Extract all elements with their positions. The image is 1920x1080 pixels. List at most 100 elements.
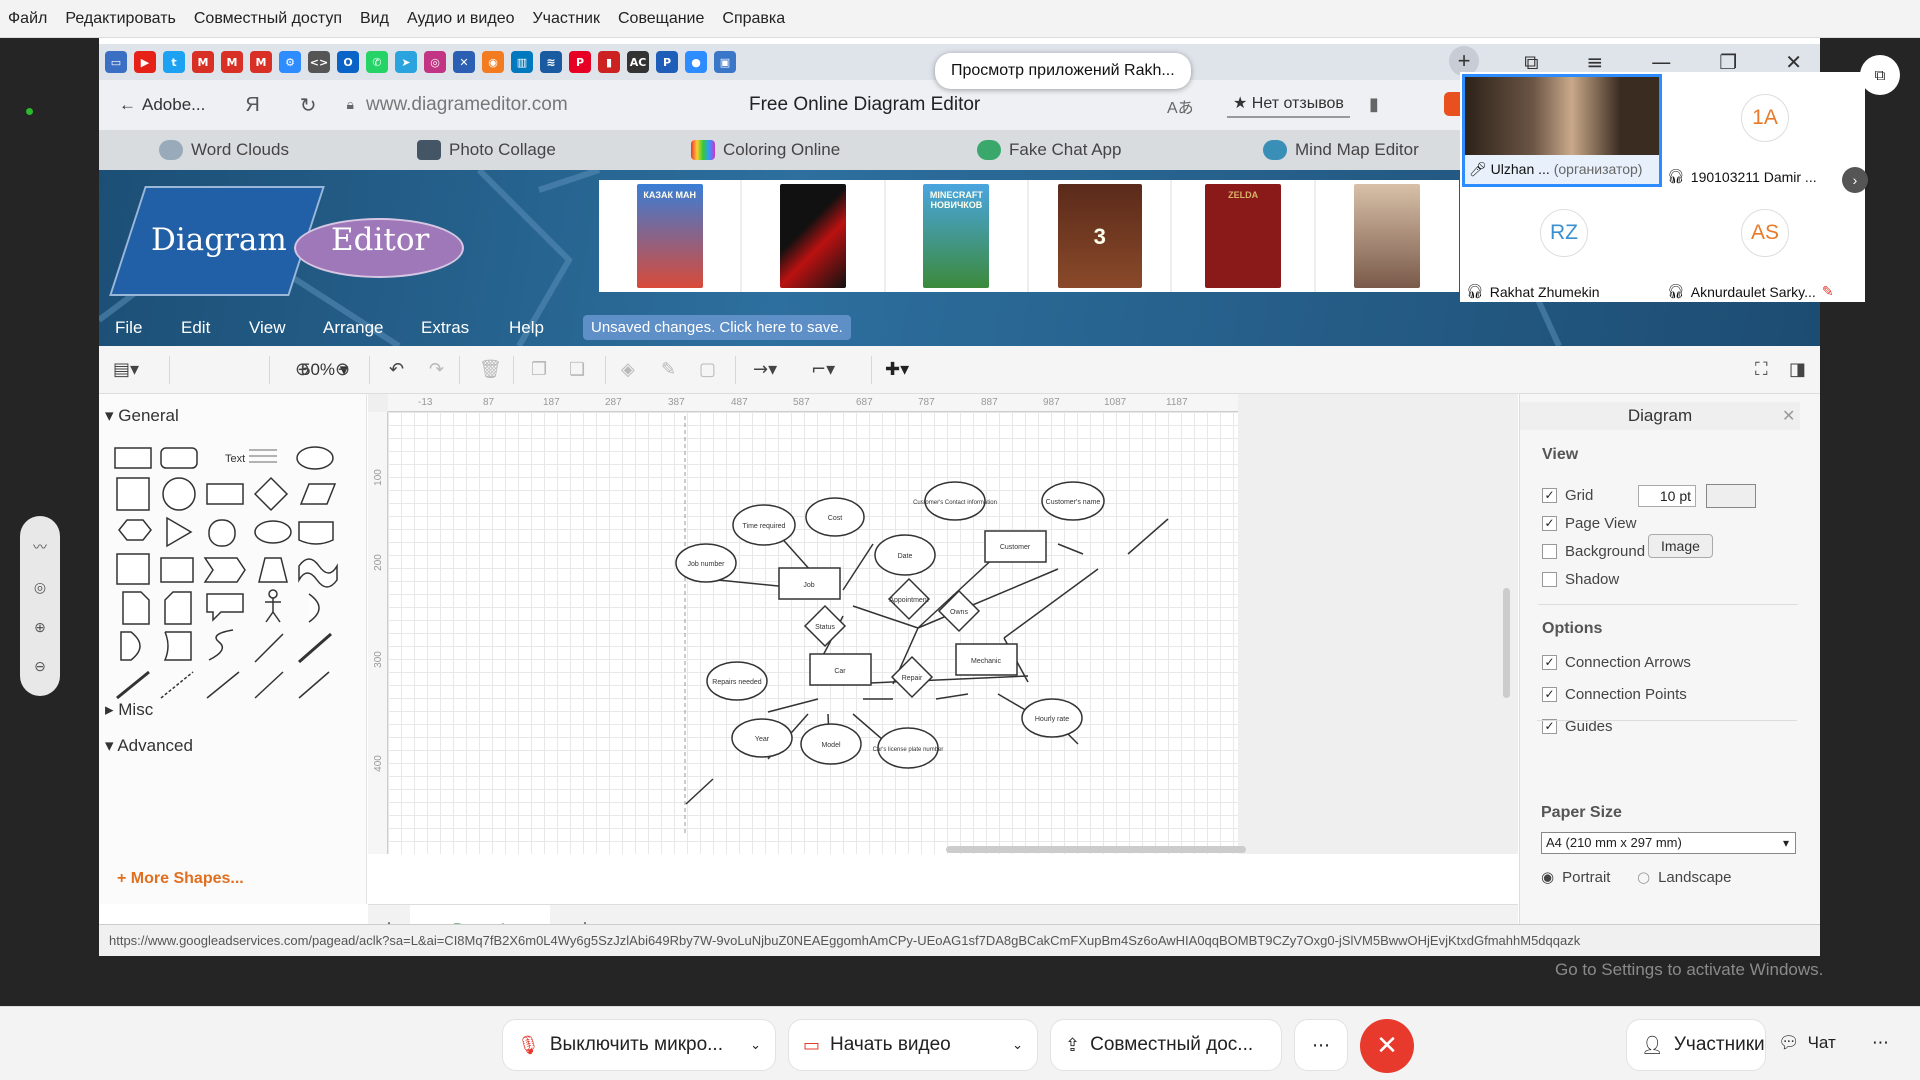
portrait-option[interactable]: ◉ Portrait bbox=[1541, 868, 1610, 886]
connection-points-checkbox[interactable]: ✓ bbox=[1542, 687, 1557, 702]
panel-toggle-icon[interactable]: ◨ bbox=[1789, 359, 1806, 380]
bookmark-page-icon[interactable]: ▮ bbox=[1369, 94, 1379, 115]
menu-help[interactable]: Help bbox=[509, 318, 544, 338]
menu-edit[interactable]: Edit bbox=[181, 318, 210, 338]
youtube-icon[interactable]: ▶ bbox=[134, 51, 156, 73]
start-video-button[interactable]: ▭ Начать видео ⌄ bbox=[788, 1019, 1038, 1071]
shape-palette[interactable]: Text bbox=[113, 436, 353, 726]
ad-banner[interactable]: КАЗАК МАН MINECRAFT НОВИЧКОВ 3 ZELDA bbox=[599, 180, 1459, 292]
app-icon[interactable]: ≋ bbox=[540, 51, 562, 73]
line-color-icon[interactable]: ✎ bbox=[661, 359, 676, 380]
nav-coloring-online[interactable]: Coloring Online bbox=[691, 140, 840, 160]
draw-icon[interactable]: 〰 bbox=[33, 537, 47, 557]
close-icon[interactable]: ✕ bbox=[1782, 406, 1795, 426]
connection-points-option[interactable]: ✓ Connection Points bbox=[1542, 686, 1687, 703]
app-icon[interactable]: ▣ bbox=[714, 51, 736, 73]
menu-view[interactable]: Вид bbox=[360, 10, 389, 28]
twitter-icon[interactable]: t bbox=[163, 51, 185, 73]
radio-selected-icon[interactable]: ◉ bbox=[1541, 868, 1554, 886]
grid-color-swatch[interactable] bbox=[1706, 484, 1756, 508]
gmail-icon[interactable]: M bbox=[192, 51, 214, 73]
chevron-down-icon[interactable]: ⌄ bbox=[750, 1038, 761, 1053]
gmail-icon[interactable]: M bbox=[221, 51, 243, 73]
participant-tile[interactable]: RZ 🎧︎ Rakhat Zhumekin bbox=[1462, 189, 1662, 302]
er-diagram[interactable]: Job Customer Car Mechanic Appointment Ow… bbox=[368, 394, 1518, 854]
shadow-icon[interactable]: ▢ bbox=[699, 359, 716, 380]
app-icon[interactable]: ◉ bbox=[482, 51, 504, 73]
background-checkbox[interactable] bbox=[1542, 544, 1557, 559]
participant-tile-host[interactable]: 🎤︎ Ulzhan ... (организатор) bbox=[1462, 74, 1662, 187]
section-misc[interactable]: ▸ Misc bbox=[105, 700, 153, 720]
connection-arrows-option[interactable]: ✓ Connection Arrows bbox=[1542, 654, 1691, 671]
page-view-option[interactable]: ✓ Page View bbox=[1542, 515, 1636, 532]
zoom-out-icon[interactable]: ⊖ bbox=[335, 359, 350, 380]
section-advanced[interactable]: ▾ Advanced bbox=[105, 736, 193, 756]
ad-book[interactable]: MINECRAFT НОВИЧКОВ bbox=[886, 180, 1030, 292]
ad-book[interactable] bbox=[742, 180, 886, 292]
grid-checkbox[interactable]: ✓ bbox=[1542, 488, 1557, 503]
shadow-checkbox[interactable] bbox=[1542, 572, 1557, 587]
participant-tile[interactable]: AS 🎧︎ Aknurdaulet Sarky... ✎ bbox=[1663, 189, 1863, 302]
nav-fake-chat-app[interactable]: Fake Chat App bbox=[977, 140, 1121, 160]
more-button[interactable]: ⋯ bbox=[1294, 1019, 1348, 1071]
menu-arrange[interactable]: Arrange bbox=[323, 318, 383, 338]
menu-icon[interactable]: ≡ bbox=[1587, 50, 1604, 74]
app-icon[interactable]: P bbox=[656, 51, 678, 73]
format-panel-icon[interactable]: ▤▾ bbox=[113, 359, 139, 380]
menu-share[interactable]: Совместный доступ bbox=[194, 10, 342, 28]
telegram-icon[interactable]: ➤ bbox=[395, 51, 417, 73]
landscape-option[interactable]: ○ Landscape bbox=[1637, 868, 1732, 886]
gmail-icon[interactable]: M bbox=[250, 51, 272, 73]
mute-button[interactable]: 🎙︎ Выключить микро... ⌄ bbox=[502, 1019, 776, 1071]
undo-icon[interactable]: ↶ bbox=[389, 359, 404, 380]
menu-file[interactable]: Файл bbox=[8, 10, 47, 28]
restore-icon[interactable]: ❐ bbox=[1719, 50, 1737, 74]
section-general[interactable]: ▾ General bbox=[105, 406, 179, 426]
back-button[interactable]: ← Adobe... bbox=[119, 95, 205, 115]
menu-view[interactable]: View bbox=[249, 318, 286, 338]
waypoints-icon[interactable]: ⌐▾ bbox=[811, 359, 835, 380]
app-icon[interactable]: ⚙ bbox=[279, 51, 301, 73]
to-back-icon[interactable]: ❏ bbox=[569, 359, 585, 380]
diagram-canvas[interactable]: -13 87 187 287 387 487 587 687 787 887 9… bbox=[368, 394, 1518, 854]
chart-icon[interactable]: ▮ bbox=[598, 51, 620, 73]
ad-book[interactable]: КАЗАК МАН bbox=[599, 180, 743, 292]
pinterest-icon[interactable]: P bbox=[569, 51, 591, 73]
grid-size-input[interactable]: 10 pt bbox=[1638, 485, 1696, 507]
minimize-icon[interactable]: — bbox=[1651, 50, 1671, 74]
participants-button[interactable]: 👤︎ Участники bbox=[1626, 1019, 1766, 1071]
instagram-icon[interactable]: ◎ bbox=[424, 51, 446, 73]
redo-icon[interactable]: ↷ bbox=[429, 359, 444, 380]
menu-audio-video[interactable]: Аудио и видео bbox=[407, 10, 515, 28]
more-shapes-button[interactable]: + More Shapes... bbox=[117, 870, 244, 888]
translate-icon[interactable]: Aあ bbox=[1167, 94, 1194, 118]
unsaved-changes-button[interactable]: Unsaved changes. Click here to save. bbox=[583, 315, 851, 340]
nav-photo-collage[interactable]: Photo Collage bbox=[417, 140, 556, 160]
menu-meeting[interactable]: Совещание bbox=[618, 10, 704, 28]
connection-icon[interactable]: →▾ bbox=[753, 359, 777, 380]
code-icon[interactable]: <> bbox=[308, 51, 330, 73]
participant-tile[interactable]: 1A 🎧︎ 190103211 Damir ... bbox=[1663, 74, 1863, 187]
image-button[interactable]: Image bbox=[1648, 534, 1713, 558]
spotlight-icon[interactable]: ◎ bbox=[34, 579, 46, 596]
chevron-down-icon[interactable]: ⌄ bbox=[1012, 1038, 1023, 1053]
bookmark-icon[interactable]: ▭ bbox=[105, 51, 127, 73]
yandex-icon[interactable]: Я bbox=[245, 94, 259, 117]
whatsapp-icon[interactable]: ✆ bbox=[366, 51, 388, 73]
share-screen-button[interactable]: ⇪ Совместный дос... bbox=[1050, 1019, 1282, 1071]
end-meeting-button[interactable]: ✕ bbox=[1360, 1019, 1414, 1073]
address-bar[interactable]: www.diagrameditor.com bbox=[366, 94, 568, 116]
background-option[interactable]: Background bbox=[1542, 543, 1645, 560]
reviews-button[interactable]: ★ Нет отзывов bbox=[1227, 90, 1350, 118]
zoom-in-icon[interactable]: ⊕ bbox=[295, 359, 310, 380]
fill-color-icon[interactable]: ◈ bbox=[621, 359, 635, 380]
to-front-icon[interactable]: ❐ bbox=[531, 359, 547, 380]
delete-icon[interactable]: 🗑︎ bbox=[479, 359, 502, 380]
outlook-icon[interactable]: O bbox=[337, 51, 359, 73]
vertical-scrollbar[interactable] bbox=[1503, 588, 1510, 698]
ad-book[interactable] bbox=[1316, 180, 1459, 292]
radio-icon[interactable]: ○ bbox=[1637, 868, 1650, 886]
chat-button[interactable]: 💬︎ Чат bbox=[1778, 1033, 1836, 1053]
app-icon[interactable]: ✕ bbox=[453, 51, 475, 73]
zoom-out-icon[interactable]: ⊖ bbox=[34, 658, 46, 675]
